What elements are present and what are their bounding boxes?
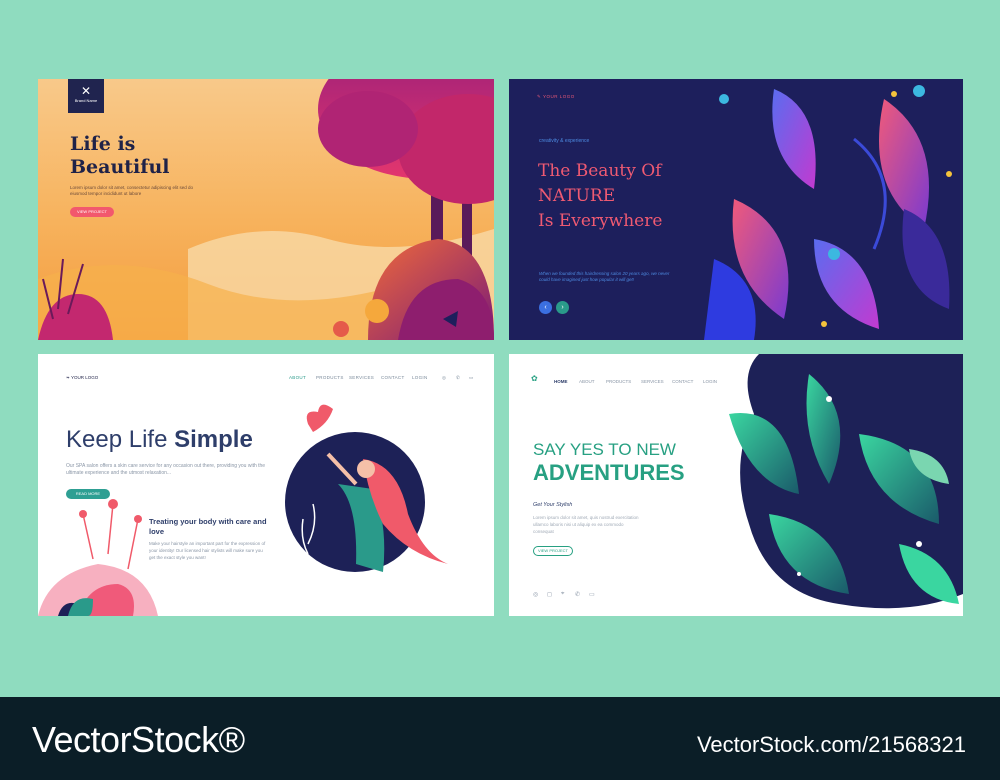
card2-tagline: creativity & experience bbox=[539, 138, 590, 144]
card2-title-line3: Is Everywhere bbox=[538, 211, 663, 231]
card2-logo[interactable]: ✎ YOUR LOGO bbox=[537, 94, 575, 100]
globe-icon[interactable]: ◎ bbox=[442, 375, 446, 381]
prev-arrow-button[interactable]: ‹ bbox=[539, 301, 552, 314]
nav-home[interactable]: HOME bbox=[554, 379, 568, 384]
card3-text2: Make your hairstyle an important part fo… bbox=[149, 541, 266, 560]
read-more-button[interactable]: READ MORE bbox=[66, 489, 110, 499]
phone-icon[interactable]: ✆ bbox=[575, 591, 580, 598]
watermark-footer: VectorStock® VectorStock.com/21568321 bbox=[0, 697, 1000, 780]
card3-title: Keep Life Simple bbox=[66, 426, 253, 454]
card4-subtitle: Get Your Stylish bbox=[533, 502, 573, 508]
card3-logo[interactable]: ❧ YOUR LOGO bbox=[66, 375, 98, 381]
card1-title: Life is Beautiful bbox=[70, 133, 170, 178]
nav-login[interactable]: LOGIN bbox=[412, 375, 428, 380]
title-light: Keep Life bbox=[66, 426, 175, 453]
dribbble-icon[interactable]: ◎ bbox=[533, 591, 538, 598]
location-icon[interactable]: ⌖ bbox=[561, 591, 564, 598]
card2-title-line1: The Beauty Of bbox=[538, 161, 662, 181]
nav-services[interactable]: SERVICES bbox=[349, 375, 374, 380]
next-arrow-button[interactable]: › bbox=[556, 301, 569, 314]
card1-text: Lorem ipsum dolor sit amet, consectetur … bbox=[70, 185, 194, 196]
woman-butterfly-illustration bbox=[38, 404, 448, 616]
nav-products[interactable]: PRODUCTS bbox=[316, 375, 344, 380]
card2-title: The Beauty Of NATURE Is Everywhere bbox=[538, 159, 738, 234]
nav-login[interactable]: LOGIN bbox=[703, 379, 717, 384]
card-life-is-beautiful: ✕ Brand Name Life is Beautiful Lorem ips… bbox=[38, 79, 494, 340]
nav-about[interactable]: ABOUT bbox=[289, 375, 306, 380]
title-bold: Simple bbox=[174, 426, 253, 453]
instagram-icon[interactable]: ◻ bbox=[547, 591, 552, 598]
brand-name: Brand Name bbox=[74, 98, 98, 103]
card4-text: Lorem ipsum dolor sit amet, quis nostrud… bbox=[533, 515, 639, 534]
view-project-button[interactable]: VIEW PROJECT bbox=[533, 546, 573, 556]
card4-title-line2: ADVENTURES bbox=[533, 460, 685, 485]
flower-logo-icon[interactable]: ✿ bbox=[531, 374, 538, 383]
nav-contact[interactable]: CONTACT bbox=[672, 379, 693, 384]
card-keep-life-simple: ❧ YOUR LOGO ABOUT PRODUCTS SERVICES CONT… bbox=[38, 354, 494, 616]
brand-mark-icon: ✕ bbox=[80, 84, 92, 98]
nav-services[interactable]: SERVICES bbox=[641, 379, 664, 384]
phone-icon[interactable]: ✆ bbox=[456, 375, 460, 381]
nav-contact[interactable]: CONTACT bbox=[381, 375, 405, 380]
logo-text: YOUR LOGO bbox=[542, 94, 575, 99]
card-beauty-of-nature: ✎ YOUR LOGO creativity & experience The … bbox=[509, 79, 963, 340]
card-say-yes-adventures: ✿ HOME ABOUT PRODUCTS SERVICES CONTACT L… bbox=[509, 354, 963, 616]
card3-subtitle: Treating your body with care and love bbox=[149, 517, 267, 536]
card4-title-line1: SAY YES TO NEW bbox=[533, 440, 676, 459]
logo-text: YOUR LOGO bbox=[70, 375, 99, 380]
card4-title: SAY YES TO NEW ADVENTURES bbox=[533, 438, 685, 486]
chat-icon[interactable]: ▭ bbox=[589, 591, 595, 598]
card2-title-line2: NATURE bbox=[538, 186, 616, 206]
nav-about[interactable]: ABOUT bbox=[579, 379, 595, 384]
card2-text: When we founded this hairdressing salon … bbox=[539, 271, 670, 282]
leaves-illustration bbox=[704, 85, 952, 340]
tropical-leaves-illustration bbox=[729, 354, 963, 609]
video-icon[interactable]: ▭ bbox=[469, 375, 474, 381]
view-project-button[interactable]: VIEW PROJECT bbox=[70, 207, 114, 217]
image-id: VectorStock.com/21568321 bbox=[696, 732, 966, 757]
vectorstock-logo: VectorStock® bbox=[32, 719, 245, 760]
card3-text: Our SPA salon offers a skin care service… bbox=[66, 463, 266, 476]
nav-products[interactable]: PRODUCTS bbox=[606, 379, 631, 384]
brand-logo[interactable]: ✕ Brand Name bbox=[68, 79, 104, 113]
